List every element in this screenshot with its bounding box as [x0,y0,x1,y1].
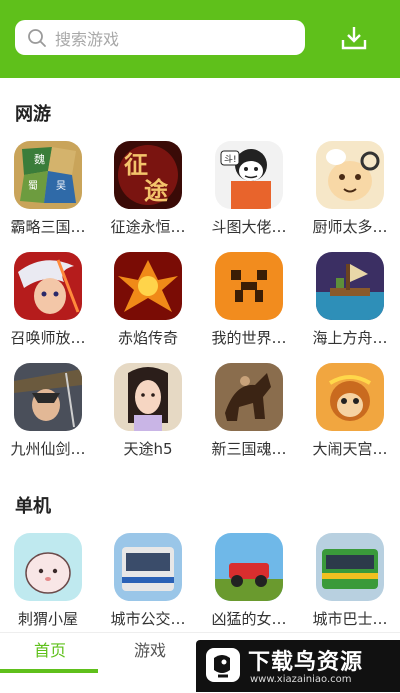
svg-text:途: 途 [144,177,169,205]
game-label: 厨师太多… [312,218,388,236]
search-input[interactable]: 搜索游戏 [15,20,305,55]
svg-text:魏: 魏 [34,152,45,166]
game-item[interactable]: 赤焰传奇 [106,252,190,348]
svg-text:蜀: 蜀 [28,180,38,192]
top-bar: 搜索游戏 [0,0,400,78]
game-item[interactable]: 刺猬小屋 [6,533,90,629]
meme-face-icon: 斗! [215,141,283,209]
game-item[interactable]: 天途h5 [106,363,190,459]
game-label: 召唤师放… [10,329,86,347]
game-label: 城市公交… [110,610,186,628]
game-item[interactable]: 大闹天宫… [308,363,392,459]
monkey-king-icon [316,363,384,431]
chef-cartoon-icon [316,141,384,209]
game-label: 大闹天宫… [312,440,388,458]
svg-text:征: 征 [124,151,148,179]
game-item[interactable]: 九州仙剑… [6,363,90,459]
watermark-url: www.xiazainiao.com [250,674,352,685]
svg-text:吴: 吴 [56,180,66,192]
game-item[interactable]: 城市巴士… [308,533,392,629]
game-label: 征途永恒… [110,218,186,236]
game-label: 九州仙剑… [10,440,86,458]
game-label: 海上方舟… [312,329,388,347]
game-label: 天途h5 [123,440,173,458]
search-placeholder: 搜索游戏 [55,29,120,49]
minecraft-face-icon [215,252,283,320]
bird-logo-icon [206,648,240,682]
fairy-lady-icon [114,363,182,431]
tab-games[interactable]: 游戏 [100,633,200,673]
swordsman-icon [14,363,82,431]
city-bus-icon [114,533,182,601]
war-horse-icon [215,363,283,431]
download-icon[interactable] [340,24,368,52]
game-label: 赤焰传奇 [117,329,178,347]
game-label: 凶猛的女… [211,610,287,628]
game-label: 我的世界… [211,329,287,347]
phoenix-icon [114,252,182,320]
svg-text:斗!: 斗! [224,154,237,165]
search-icon [28,28,46,47]
white-hair-hero-icon [14,252,82,320]
game-item[interactable]: 凶猛的女… [207,533,291,629]
three-kingdoms-map-icon: 魏 蜀 吴 [14,141,82,209]
site-watermark: 下载鸟资源 www.xiazainiao.com [196,640,400,692]
watermark-title: 下载鸟资源 [248,650,364,675]
game-item[interactable]: 我的世界… [207,252,291,348]
game-item[interactable]: 新三国魂… [207,363,291,459]
game-item[interactable]: 海上方舟… [308,252,392,348]
game-label: 斗图大佬… [211,218,287,236]
game-item[interactable]: 征 途 征途永恒… [106,141,190,237]
game-item[interactable]: 厨师太多… [308,141,392,237]
game-label: 城市巴士… [312,610,388,628]
game-item[interactable]: 斗! 斗图大佬… [207,141,291,237]
section-title-online: 网游 [15,104,51,125]
game-item[interactable]: 城市公交… [106,533,190,629]
game-label: 刺猬小屋 [17,610,78,628]
tab-home[interactable]: 首页 [0,633,100,673]
section-title-offline: 单机 [15,496,51,517]
game-item[interactable]: 召唤师放… [6,252,90,348]
active-tab-indicator [0,669,98,673]
hedgehog-icon [14,533,82,601]
zhengtu-logo-icon: 征 途 [114,141,182,209]
game-label: 新三国魂… [211,440,287,458]
game-label: 霸略三国… [10,218,86,236]
green-bus-icon [316,533,384,601]
ocean-raft-icon [316,252,384,320]
game-item[interactable]: 魏 蜀 吴 霸略三国… [6,141,90,237]
jeep-racing-icon [215,533,283,601]
